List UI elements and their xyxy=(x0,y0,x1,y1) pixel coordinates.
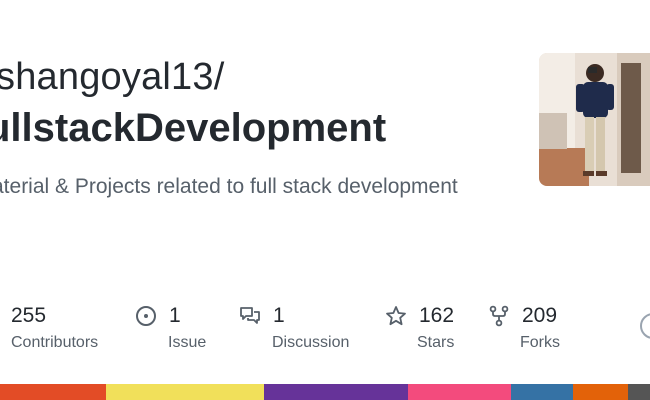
discussion-icon xyxy=(239,305,261,327)
repo-stats: 255 Contributors 1 Issue 1 Discussion 16… xyxy=(0,300,650,360)
repo-social-card: shangoyal13/ ullstackDevelopment aterial… xyxy=(0,0,650,400)
avatar[interactable] xyxy=(539,53,650,186)
language-segment xyxy=(573,384,628,400)
contributors-stat[interactable]: 255 Contributors xyxy=(11,300,98,352)
discussions-stat[interactable]: 1 Discussion xyxy=(239,300,349,352)
stars-label: Stars xyxy=(417,334,455,351)
language-segment xyxy=(106,384,264,400)
language-segment xyxy=(511,384,573,400)
issues-count: 1 xyxy=(169,304,181,327)
contributors-label: Contributors xyxy=(11,334,99,351)
issues-label: Issue xyxy=(168,334,207,351)
language-segment xyxy=(0,384,106,400)
repo-description: aterial & Projects related to full stack… xyxy=(0,175,458,198)
discussions-label: Discussion xyxy=(272,334,350,351)
stars-count: 162 xyxy=(419,304,455,327)
fork-icon xyxy=(488,305,510,327)
contributors-count: 255 xyxy=(11,304,47,327)
avatar-photo xyxy=(539,53,650,186)
repo-name[interactable]: ullstackDevelopment xyxy=(0,106,386,151)
star-icon xyxy=(385,305,407,327)
language-segment xyxy=(264,384,408,400)
issues-stat[interactable]: 1 Issue xyxy=(135,300,206,352)
forks-stat[interactable]: 209 Forks xyxy=(488,300,560,352)
repo-owner[interactable]: shangoyal13/ xyxy=(0,56,224,99)
forks-count: 209 xyxy=(522,304,558,327)
stars-stat[interactable]: 162 Stars xyxy=(385,300,454,352)
discussions-count: 1 xyxy=(273,304,285,327)
forks-label: Forks xyxy=(520,334,560,351)
language-bar xyxy=(0,384,650,400)
language-segment xyxy=(628,384,650,400)
language-segment xyxy=(408,384,511,400)
issue-icon xyxy=(135,305,157,327)
